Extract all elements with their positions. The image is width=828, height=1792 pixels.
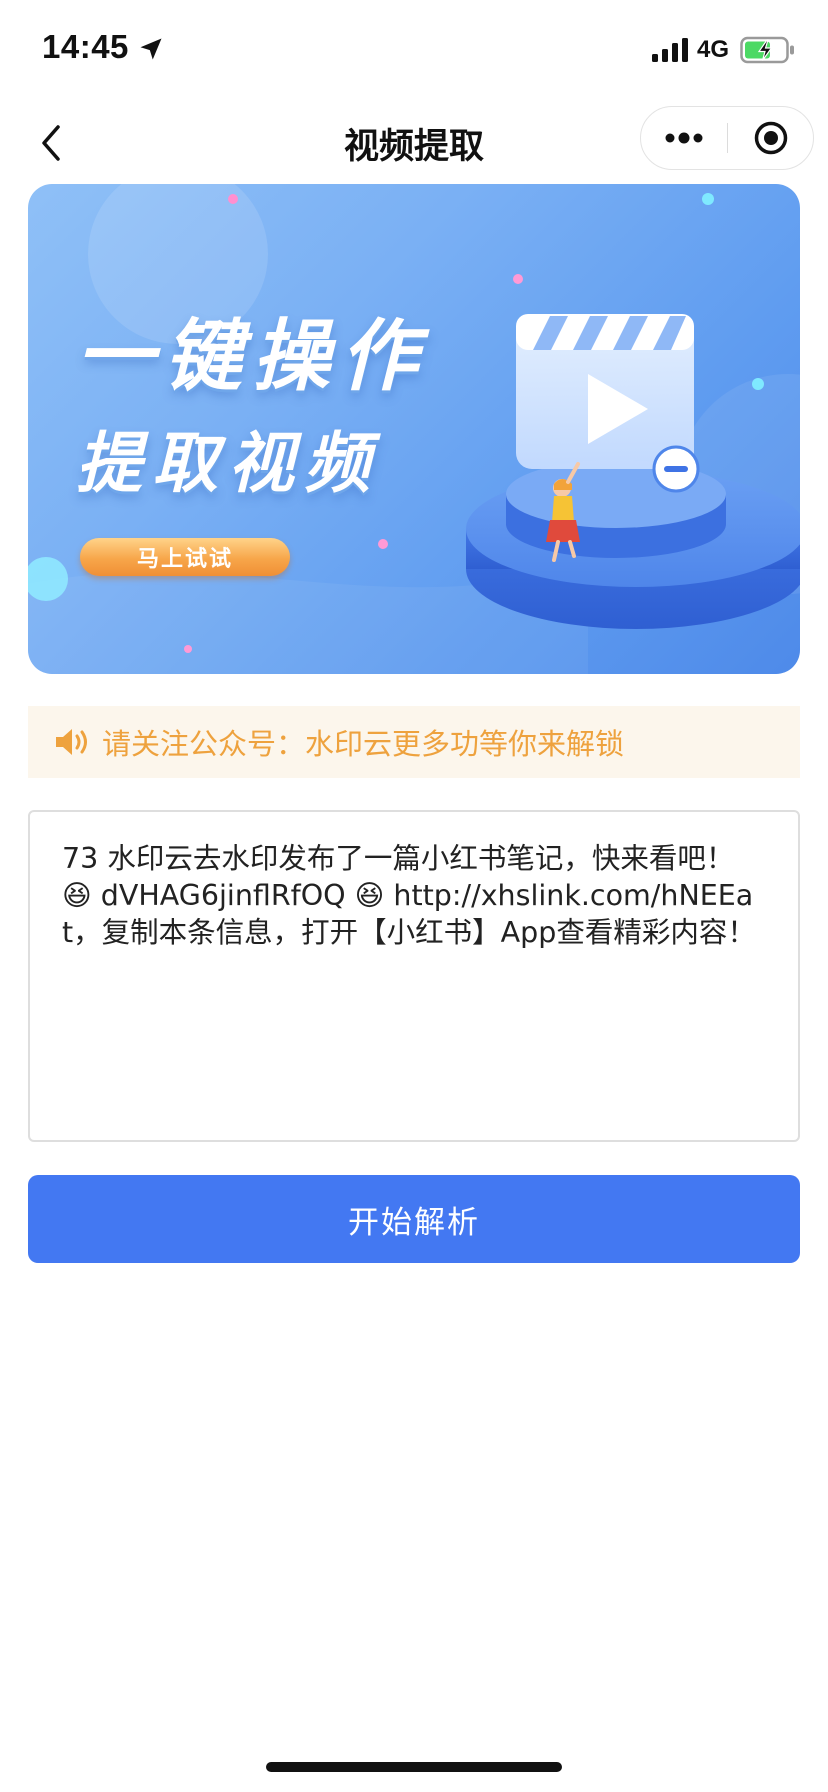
cellular-signal-icon: [652, 38, 688, 62]
video-clapperboard-play-icon: [516, 314, 700, 493]
network-type-label: 4G: [697, 36, 730, 63]
notice-text: 请关注公众号：水印云更多功等你来解锁: [102, 727, 625, 761]
try-now-button[interactable]: 马上试试: [80, 538, 290, 576]
status-bar: 14:45 4G: [0, 0, 828, 100]
battery-charging-icon: [740, 36, 794, 64]
navigation-bar: 视频提取: [0, 100, 828, 188]
location-arrow-icon: [140, 38, 162, 60]
more-dots-icon: [665, 132, 703, 144]
banner-headline-line2: 提取视频: [76, 425, 380, 502]
promo-banner[interactable]: 一键操作 提取视频 马上试试: [28, 184, 800, 674]
miniprogram-capsule: [640, 106, 814, 170]
speaker-icon: [56, 729, 87, 755]
miniprogram-close-icon: [754, 121, 788, 155]
status-time: 14:45: [42, 28, 129, 65]
close-miniprogram-button[interactable]: [728, 107, 814, 169]
notice-bar: 请关注公众号：水印云更多功等你来解锁: [28, 706, 800, 778]
start-parse-button[interactable]: 开始解析: [28, 1175, 800, 1263]
share-link-input[interactable]: 73 水印云去水印发布了一篇小红书笔记，快来看吧！ 😆 dVHAG6jinflR…: [28, 810, 800, 1142]
banner-headline-line1: 一键操作: [76, 312, 429, 402]
more-button[interactable]: [641, 107, 727, 169]
home-indicator: [266, 1762, 562, 1772]
